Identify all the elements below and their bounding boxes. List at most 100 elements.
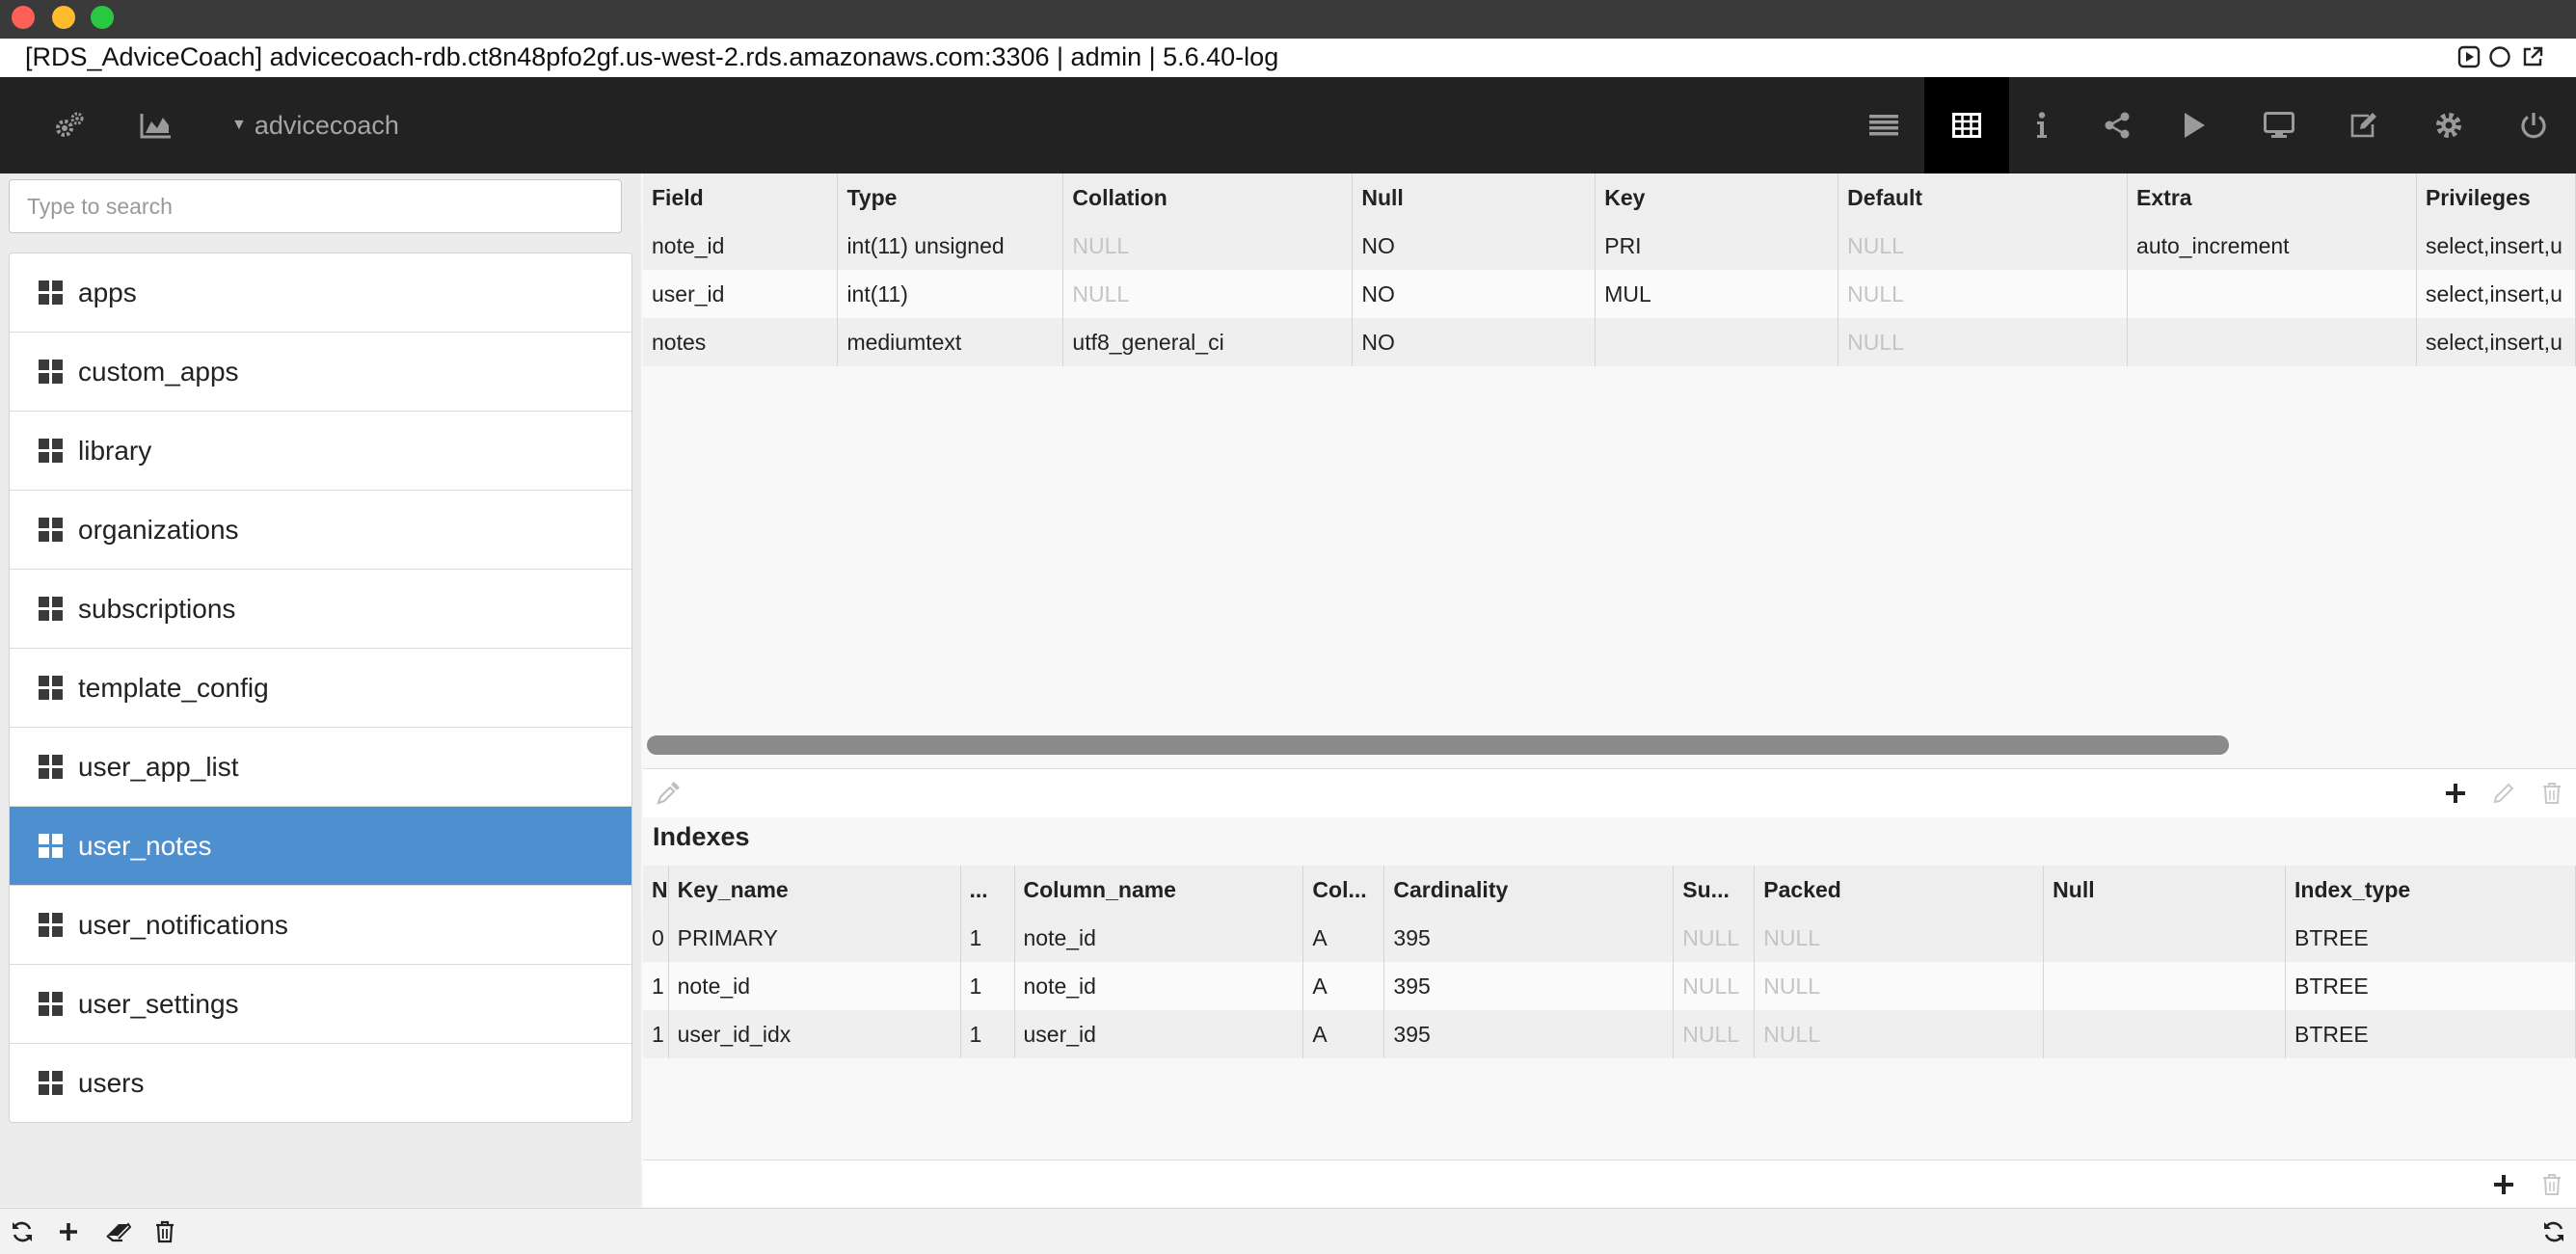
trash-icon[interactable]	[143, 1209, 187, 1254]
structure-cell[interactable]: note_id	[643, 222, 839, 270]
structure-cell[interactable]: NULL	[1838, 270, 2129, 318]
list-icon[interactable]	[1841, 77, 1926, 173]
structure-column-header[interactable]: Type	[837, 173, 1064, 222]
index-column-header[interactable]: ...	[960, 866, 1015, 914]
gears-icon[interactable]	[27, 77, 112, 173]
structure-column-header[interactable]: Default	[1838, 173, 2129, 222]
sidebar-table-item[interactable]: user_notifications	[10, 886, 631, 965]
monitor-icon[interactable]	[2237, 77, 2321, 173]
structure-cell[interactable]: NULL	[1062, 222, 1354, 270]
index-row[interactable]: 0 PRIMARY 1 note_id A 395 NULL NULL BTREE	[643, 914, 2576, 962]
structure-column-header[interactable]: Collation	[1062, 173, 1354, 222]
structure-cell[interactable]: NO	[1352, 318, 1597, 366]
index-cell[interactable]: NULL	[1673, 962, 1756, 1010]
index-column-header[interactable]: Packed	[1754, 866, 2045, 914]
structure-cell[interactable]: NULL	[1838, 222, 2129, 270]
index-cell[interactable]: 395	[1383, 962, 1675, 1010]
index-cell[interactable]: user_id_idx	[668, 1010, 961, 1058]
index-cell[interactable]: NULL	[1673, 1010, 1756, 1058]
index-cell[interactable]: 1	[643, 962, 669, 1010]
record-circle-icon[interactable]	[2487, 44, 2512, 69]
structure-cell[interactable]	[2127, 270, 2417, 318]
area-chart-icon[interactable]	[114, 77, 199, 173]
horizontal-scrollbar[interactable]	[647, 735, 2570, 755]
index-cell[interactable]: 1	[960, 914, 1015, 962]
sidebar-table-item[interactable]: user_notes	[10, 807, 631, 886]
structure-column-header[interactable]: Field	[643, 173, 839, 222]
index-cell[interactable]: 0	[643, 914, 669, 962]
structure-row[interactable]: notes mediumtext utf8_general_ci NO NULL sele…	[643, 318, 2576, 366]
delete-field-button[interactable]	[2531, 769, 2573, 817]
structure-cell[interactable]: mediumtext	[837, 318, 1064, 366]
structure-cell[interactable]: utf8_general_ci	[1062, 318, 1354, 366]
minimize-window-button[interactable]	[52, 6, 75, 29]
power-icon[interactable]	[2491, 77, 2576, 173]
edit-icon[interactable]	[2321, 77, 2406, 173]
delete-index-button[interactable]	[2531, 1161, 2573, 1209]
share-icon[interactable]	[2075, 77, 2160, 173]
settings-icon[interactable]	[2406, 77, 2491, 173]
index-cell[interactable]: 1	[643, 1010, 669, 1058]
index-cell[interactable]: A	[1302, 962, 1385, 1010]
zoom-window-button[interactable]	[91, 6, 114, 29]
play-square-icon[interactable]	[2456, 44, 2482, 69]
external-link-icon[interactable]	[2520, 44, 2545, 69]
table-icon[interactable]	[1924, 77, 2009, 173]
index-cell[interactable]	[2043, 1010, 2287, 1058]
index-column-header[interactable]: Key_name	[668, 866, 961, 914]
structure-cell[interactable]: NO	[1352, 270, 1597, 318]
add-index-button[interactable]	[2482, 1161, 2525, 1209]
index-cell[interactable]: NULL	[1673, 914, 1756, 962]
structure-cell[interactable]: select,insert,u	[2416, 270, 2576, 318]
sidebar-table-item[interactable]: organizations	[10, 491, 631, 570]
structure-cell[interactable]: user_id	[643, 270, 839, 318]
sidebar-table-item[interactable]: user_app_list	[10, 728, 631, 807]
index-cell[interactable]: BTREE	[2285, 962, 2576, 1010]
index-cell[interactable]: A	[1302, 1010, 1385, 1058]
add-table-button[interactable]	[46, 1209, 91, 1254]
index-cell[interactable]: PRIMARY	[668, 914, 961, 962]
index-cell[interactable]: NULL	[1754, 1010, 2045, 1058]
index-row[interactable]: 1 user_id_idx 1 user_id A 395 NULL NULL BTREE	[643, 1010, 2576, 1058]
index-column-header[interactable]: Index_type	[2285, 866, 2576, 914]
index-cell[interactable]	[2043, 914, 2287, 962]
sidebar-table-item[interactable]: custom_apps	[10, 333, 631, 412]
close-window-button[interactable]	[12, 6, 35, 29]
database-selector[interactable]: ▼ advicecoach	[231, 77, 399, 173]
edit-field-button[interactable]	[2482, 769, 2525, 817]
index-cell[interactable]: BTREE	[2285, 1010, 2576, 1058]
index-cell[interactable]: NULL	[1754, 962, 2045, 1010]
sidebar-table-item[interactable]: user_settings	[10, 965, 631, 1044]
structure-cell[interactable]: NULL	[1838, 318, 2129, 366]
index-cell[interactable]: note_id	[668, 962, 961, 1010]
index-cell[interactable]: user_id	[1014, 1010, 1304, 1058]
horizontal-scrollbar-thumb[interactable]	[647, 735, 2229, 755]
index-column-header[interactable]: Col...	[1302, 866, 1385, 914]
refresh-icon[interactable]	[0, 1209, 44, 1254]
structure-column-header[interactable]: Key	[1595, 173, 1839, 222]
index-cell[interactable]: 395	[1383, 914, 1675, 962]
add-field-button[interactable]	[2434, 769, 2477, 817]
index-cell[interactable]: BTREE	[2285, 914, 2576, 962]
eraser-icon[interactable]	[96, 1209, 141, 1254]
index-cell[interactable]: note_id	[1014, 914, 1304, 962]
refresh-content-icon[interactable]	[2532, 1209, 2576, 1254]
index-cell[interactable]: 1	[960, 1010, 1015, 1058]
structure-cell[interactable]: notes	[643, 318, 839, 366]
structure-cell[interactable]: NULL	[1062, 270, 1354, 318]
info-icon[interactable]	[1999, 77, 2084, 173]
structure-column-header[interactable]: Null	[1352, 173, 1597, 222]
sidebar-table-item[interactable]: template_config	[10, 649, 631, 728]
structure-cell[interactable]: select,insert,u	[2416, 222, 2576, 270]
index-cell[interactable]: note_id	[1014, 962, 1304, 1010]
index-cell[interactable]	[2043, 962, 2287, 1010]
structure-cell[interactable]: int(11) unsigned	[837, 222, 1064, 270]
structure-row[interactable]: user_id int(11) NULL NO MUL NULL select,insert…	[643, 270, 2576, 318]
structure-column-header[interactable]: Privileges	[2416, 173, 2576, 222]
structure-cell[interactable]: select,insert,u	[2416, 318, 2576, 366]
index-column-header[interactable]: Su...	[1673, 866, 1756, 914]
structure-row[interactable]: note_id int(11) unsigned NULL NO PRI NULL auto…	[643, 222, 2576, 270]
sidebar-table-item[interactable]: users	[10, 1044, 631, 1122]
index-cell[interactable]: 395	[1383, 1010, 1675, 1058]
play-icon[interactable]	[2152, 77, 2237, 173]
